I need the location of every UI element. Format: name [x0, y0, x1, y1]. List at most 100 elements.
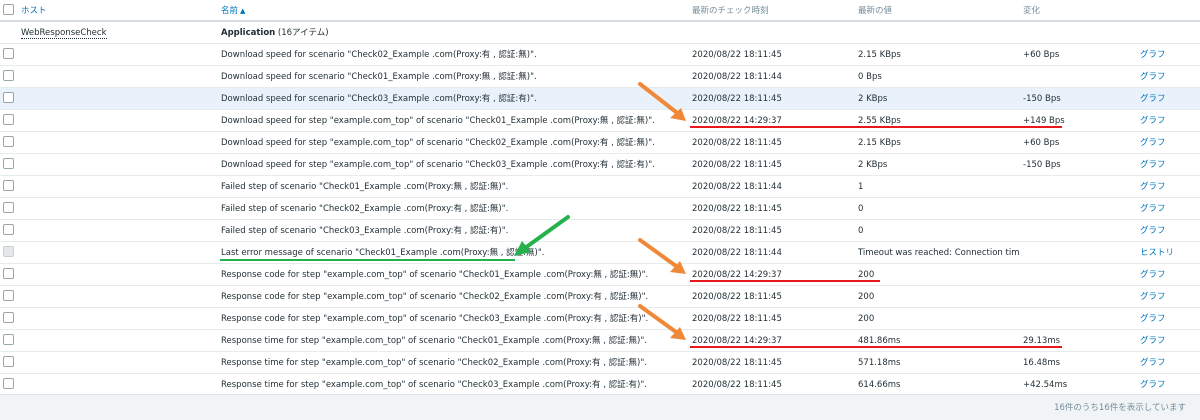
graph-link[interactable]: グラフ — [1140, 110, 1200, 131]
change-value: 29.13ms — [1023, 336, 1061, 346]
row-checkbox[interactable] — [3, 374, 17, 395]
last-check-time: 2020/08/22 18:11:45 — [692, 50, 782, 60]
last-value: 614.66ms — [858, 380, 901, 390]
last-check-time: 2020/08/22 18:11:44 — [692, 72, 782, 82]
last-check-time: 2020/08/22 18:11:45 — [692, 292, 782, 302]
table-row: Download speed for step "example.com_top… — [0, 110, 1200, 132]
last-value: 0 Bps — [858, 72, 882, 82]
graph-link[interactable]: グラフ — [1140, 374, 1200, 395]
row-checkbox[interactable] — [3, 154, 17, 175]
change-value: -150 Bps — [1023, 160, 1061, 170]
graph-link[interactable]: グラフ — [1140, 176, 1200, 197]
pagination-summary: 16件のうち16件を表示しています — [1054, 403, 1186, 413]
graph-link[interactable]: グラフ — [1140, 154, 1200, 175]
change-value: +149 Bps — [1023, 116, 1065, 126]
table-row: Last error message of scenario "Check01_… — [0, 242, 1200, 264]
change-value — [1023, 286, 1123, 307]
table-row: Response time for step "example.com_top"… — [0, 374, 1200, 396]
last-check-time: 2020/08/22 18:11:45 — [692, 358, 782, 368]
change-value — [1023, 308, 1123, 329]
item-name: Response time for step "example.com_top"… — [221, 358, 647, 368]
graph-link[interactable]: グラフ — [1140, 330, 1200, 351]
table-row: Download speed for scenario "Check02_Exa… — [0, 44, 1200, 66]
change-value — [1023, 242, 1123, 263]
change-value: -150 Bps — [1023, 94, 1061, 104]
last-check-time: 2020/08/22 18:11:45 — [692, 380, 782, 390]
last-check-time: 2020/08/22 18:11:45 — [692, 226, 782, 236]
last-check-time: 2020/08/22 18:11:45 — [692, 138, 782, 148]
row-checkbox[interactable] — [3, 110, 17, 131]
graph-link[interactable]: グラフ — [1140, 44, 1200, 65]
last-value: 2.55 KBps — [858, 116, 901, 126]
row-checkbox[interactable] — [3, 264, 17, 285]
table-row: Response code for step "example.com_top"… — [0, 286, 1200, 308]
item-count: (16アイテム) — [277, 28, 329, 38]
last-value: 200 — [858, 292, 875, 302]
last-value: 571.18ms — [858, 358, 901, 368]
row-checkbox[interactable] — [3, 220, 17, 241]
column-header-name-label[interactable]: 名前 — [221, 6, 238, 16]
table-row: Response code for step "example.com_top"… — [0, 308, 1200, 330]
last-value: 2.15 KBps — [858, 50, 901, 60]
history-link[interactable]: ヒストリ — [1140, 242, 1200, 263]
graph-link[interactable]: グラフ — [1140, 88, 1200, 109]
table-row: Failed step of scenario "Check03_Example… — [0, 220, 1200, 242]
last-value: 2 KBps — [858, 160, 888, 170]
application-title: Application — [221, 28, 276, 38]
row-checkbox[interactable] — [3, 242, 17, 263]
item-name: Response time for step "example.com_top"… — [221, 380, 647, 390]
change-value: 16.48ms — [1023, 358, 1061, 368]
graph-link[interactable]: グラフ — [1140, 308, 1200, 329]
table-row: Failed step of scenario "Check01_Example… — [0, 176, 1200, 198]
last-check-time: 2020/08/22 18:11:44 — [692, 248, 782, 258]
sort-ascending-icon: ▲ — [240, 7, 246, 15]
table-row: Failed step of scenario "Check02_Example… — [0, 198, 1200, 220]
last-value: 200 — [858, 270, 875, 280]
graph-link[interactable]: グラフ — [1140, 198, 1200, 219]
last-value: 0 — [858, 226, 864, 236]
row-checkbox[interactable] — [3, 198, 17, 219]
item-name: Response code for step "example.com_top"… — [221, 292, 649, 302]
column-header-change: 変化 — [1023, 6, 1041, 16]
select-all-checkbox[interactable] — [3, 0, 17, 20]
change-value: +60 Bps — [1023, 138, 1060, 148]
row-checkbox[interactable] — [3, 352, 17, 373]
row-checkbox[interactable] — [3, 132, 17, 153]
group-row: WebResponseCheck Application (16アイテム) — [0, 22, 1200, 44]
column-header-name[interactable]: 名前 ▲ — [221, 0, 681, 20]
row-checkbox[interactable] — [3, 176, 17, 197]
table-row: Download speed for scenario "Check03_Exa… — [0, 88, 1200, 110]
table-row: Response time for step "example.com_top"… — [0, 330, 1200, 352]
column-header-host[interactable]: ホスト — [21, 0, 211, 20]
row-checkbox[interactable] — [3, 308, 17, 329]
graph-link[interactable]: グラフ — [1140, 286, 1200, 307]
item-name: Response time for step "example.com_top"… — [221, 336, 647, 346]
last-check-time: 2020/08/22 18:11:45 — [692, 204, 782, 214]
host-name[interactable]: WebResponseCheck — [21, 22, 211, 43]
item-name: Download speed for scenario "Check03_Exa… — [221, 94, 537, 104]
graph-link[interactable]: グラフ — [1140, 220, 1200, 241]
last-check-time: 2020/08/22 14:29:37 — [692, 116, 782, 126]
last-check-time: 2020/08/22 18:11:45 — [692, 314, 782, 324]
row-checkbox[interactable] — [3, 330, 17, 351]
change-value — [1023, 198, 1123, 219]
table-footer: 16件のうち16件を表示しています — [0, 394, 1200, 420]
item-name: Response code for step "example.com_top"… — [221, 270, 649, 280]
row-checkbox[interactable] — [3, 66, 17, 87]
last-value: 481.86ms — [858, 336, 901, 346]
graph-link[interactable]: グラフ — [1140, 132, 1200, 153]
table-row: Response code for step "example.com_top"… — [0, 264, 1200, 286]
graph-link[interactable]: グラフ — [1140, 264, 1200, 285]
row-checkbox[interactable] — [3, 44, 17, 65]
table-row: Download speed for step "example.com_top… — [0, 132, 1200, 154]
graph-link[interactable]: グラフ — [1140, 352, 1200, 373]
row-checkbox[interactable] — [3, 286, 17, 307]
row-checkbox[interactable] — [3, 88, 17, 109]
last-check-time: 2020/08/22 18:11:45 — [692, 160, 782, 170]
graph-link[interactable]: グラフ — [1140, 66, 1200, 87]
item-name: Download speed for scenario "Check02_Exa… — [221, 50, 537, 60]
last-value: 0 — [858, 204, 864, 214]
last-value: 2 KBps — [858, 94, 888, 104]
last-check-time: 2020/08/22 14:29:37 — [692, 270, 782, 280]
change-value — [1023, 176, 1123, 197]
